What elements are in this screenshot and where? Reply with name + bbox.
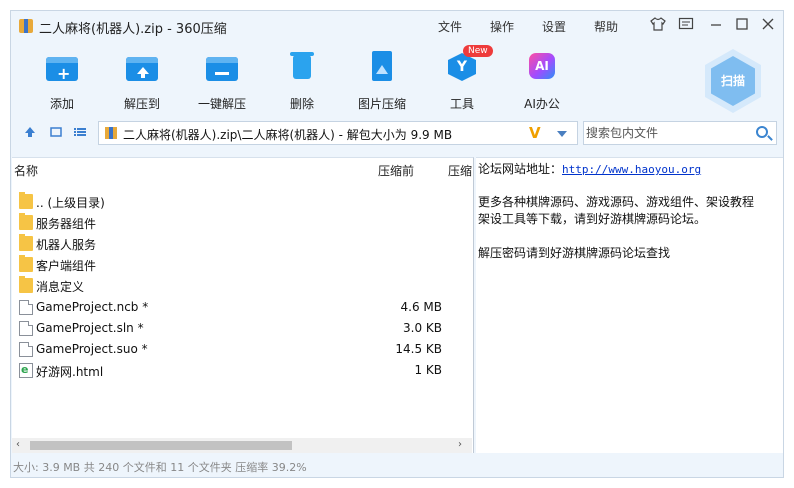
ai-icon-text: AI bbox=[529, 53, 555, 79]
ai-office-icon: AI bbox=[525, 51, 559, 85]
address-dropdown-icon[interactable] bbox=[557, 131, 567, 137]
list-item[interactable]: GameProject.ncb * 4.6 MB bbox=[12, 297, 472, 318]
add-label: 添加 bbox=[49, 97, 74, 111]
add-button[interactable]: + 添加 bbox=[22, 47, 102, 112]
folder-icon bbox=[19, 234, 33, 251]
image-compress-button[interactable]: 图片压缩 bbox=[342, 47, 422, 112]
address-path: 二人麻将(机器人).zip\二人麻将(机器人) - 解包大小为 9.9 MB bbox=[123, 128, 453, 142]
column-packed[interactable]: 压缩 bbox=[448, 162, 472, 179]
extract-to-label: 解压到 bbox=[123, 97, 160, 111]
window-title: 二人麻将(机器人).zip - 360压缩 bbox=[39, 22, 227, 37]
image-compress-label: 图片压缩 bbox=[357, 97, 406, 111]
html-file-icon bbox=[19, 363, 33, 378]
delete-button[interactable]: 删除 bbox=[262, 47, 342, 112]
list-item[interactable]: 机器人服务 bbox=[12, 233, 472, 254]
skin-shirt-icon[interactable] bbox=[649, 17, 667, 35]
ai-office-label: AI办公 bbox=[524, 97, 560, 111]
file-name: 消息定义 bbox=[36, 280, 85, 294]
delete-label: 删除 bbox=[289, 97, 314, 111]
tools-button[interactable]: Y New 工具 bbox=[422, 45, 502, 112]
forum-line: 论坛网站地址：http://www.haoyou.org bbox=[478, 160, 701, 177]
file-size: 1 KB bbox=[414, 363, 442, 377]
file-list-pane: 名称 压缩前 压缩 .. (上级目录) 服务器组件 机器人服务 客户端组件 消息… bbox=[12, 157, 474, 453]
comment-line-3: 架设工具等下载，请到好游棋牌源码论坛。 bbox=[478, 212, 707, 226]
file-name: GameProject.ncb * bbox=[36, 300, 149, 314]
scroll-right-icon[interactable]: › bbox=[458, 439, 462, 450]
column-size[interactable]: 压缩前 bbox=[378, 162, 414, 179]
comment-line-2: 更多各种棋牌源码、游戏源码、游戏组件、架设教程 bbox=[478, 195, 755, 209]
folder-icon bbox=[19, 213, 33, 230]
ai-office-button[interactable]: AI AI办公 bbox=[502, 47, 582, 112]
scan-button[interactable]: 扫描 bbox=[705, 49, 761, 113]
status-bar: 大小: 3.9 MB 共 240 个文件和 11 个文件夹 压缩率 39.2% bbox=[13, 461, 307, 474]
menu-help[interactable]: 帮助 bbox=[594, 18, 618, 35]
scrollbar-thumb[interactable] bbox=[30, 441, 292, 450]
file-name: 好游网.html bbox=[36, 365, 104, 379]
scan-label: 扫描 bbox=[711, 56, 755, 106]
file-size: 3.0 KB bbox=[403, 321, 442, 335]
tools-label: 工具 bbox=[449, 97, 474, 111]
extract-to-button[interactable]: 解压到 bbox=[102, 47, 182, 112]
list-item[interactable]: GameProject.sln * 3.0 KB bbox=[12, 318, 472, 339]
address-bar[interactable]: 二人麻将(机器人).zip\二人麻将(机器人) - 解包大小为 9.9 MB V bbox=[98, 121, 578, 145]
archive-icon bbox=[105, 127, 117, 139]
list-item[interactable]: 服务器组件 bbox=[12, 212, 472, 233]
list-item[interactable]: .. (上级目录) bbox=[12, 191, 472, 212]
one-click-extract-button[interactable]: 一键解压 bbox=[182, 47, 262, 112]
file-icon bbox=[19, 321, 33, 336]
file-icon bbox=[19, 342, 33, 357]
search-box[interactable] bbox=[583, 121, 777, 145]
search-icon[interactable] bbox=[756, 126, 768, 138]
folder-icon bbox=[19, 255, 33, 272]
file-name: 机器人服务 bbox=[36, 238, 97, 252]
app-window: 二人麻将(机器人).zip - 360压缩 文件 操作 设置 帮助 + 添加 解… bbox=[10, 10, 784, 478]
add-icon: + bbox=[45, 51, 79, 85]
list-item[interactable]: GameProject.suo * 14.5 KB bbox=[12, 339, 472, 360]
minimize-icon[interactable] bbox=[707, 17, 725, 35]
forum-link[interactable]: http://www.haoyou.org bbox=[562, 163, 701, 176]
new-badge: New bbox=[463, 45, 493, 57]
file-size: 4.6 MB bbox=[400, 300, 442, 314]
archive-app-icon bbox=[19, 19, 33, 33]
feedback-icon[interactable] bbox=[677, 17, 695, 35]
thumbnail-view-icon[interactable] bbox=[49, 125, 63, 139]
one-click-extract-icon bbox=[205, 51, 239, 85]
horizontal-scrollbar[interactable]: ‹ › bbox=[12, 438, 472, 453]
file-size: 14.5 KB bbox=[395, 342, 442, 356]
folder-icon bbox=[19, 276, 33, 293]
file-name: 客户端组件 bbox=[36, 259, 97, 273]
v-brand-icon[interactable]: V bbox=[529, 124, 541, 142]
file-name: GameProject.sln * bbox=[36, 321, 144, 335]
menu-settings[interactable]: 设置 bbox=[542, 18, 566, 35]
file-name: GameProject.suo * bbox=[36, 342, 148, 356]
forum-label: 论坛网站地址： bbox=[478, 162, 563, 176]
menu-operate[interactable]: 操作 bbox=[490, 18, 514, 35]
tools-icon: Y New bbox=[445, 45, 493, 85]
list-item[interactable]: 好游网.html 1 KB bbox=[12, 360, 472, 381]
folder-icon bbox=[19, 192, 33, 209]
extract-to-icon bbox=[125, 51, 159, 85]
delete-icon bbox=[285, 51, 319, 85]
scroll-left-icon[interactable]: ‹ bbox=[16, 439, 20, 450]
file-name: .. (上级目录) bbox=[36, 196, 105, 210]
title-bar: 二人麻将(机器人).zip - 360压缩 文件 操作 设置 帮助 bbox=[11, 11, 783, 41]
search-input[interactable] bbox=[584, 122, 750, 144]
list-view-icon[interactable] bbox=[73, 125, 87, 139]
column-name[interactable]: 名称 bbox=[14, 162, 38, 179]
list-item[interactable]: 消息定义 bbox=[12, 275, 472, 296]
list-item[interactable]: 客户端组件 bbox=[12, 254, 472, 275]
maximize-icon[interactable] bbox=[733, 17, 751, 35]
file-name: 服务器组件 bbox=[36, 217, 97, 231]
up-level-icon[interactable] bbox=[23, 125, 37, 139]
one-click-extract-label: 一键解压 bbox=[197, 97, 246, 111]
archive-comment-pane: 论坛网站地址：http://www.haoyou.org 更多各种棋牌源码、游戏… bbox=[476, 157, 783, 453]
comment-line-4: 解压密码请到好游棋牌源码论坛查找 bbox=[478, 246, 671, 260]
file-icon bbox=[19, 300, 33, 315]
image-compress-icon bbox=[365, 51, 399, 85]
toolbar: + 添加 解压到 一键解压 删除 图片压缩 Y New 工具 AI AI办公 扫… bbox=[11, 41, 783, 115]
close-icon[interactable] bbox=[759, 17, 777, 35]
menu-file[interactable]: 文件 bbox=[438, 18, 462, 35]
